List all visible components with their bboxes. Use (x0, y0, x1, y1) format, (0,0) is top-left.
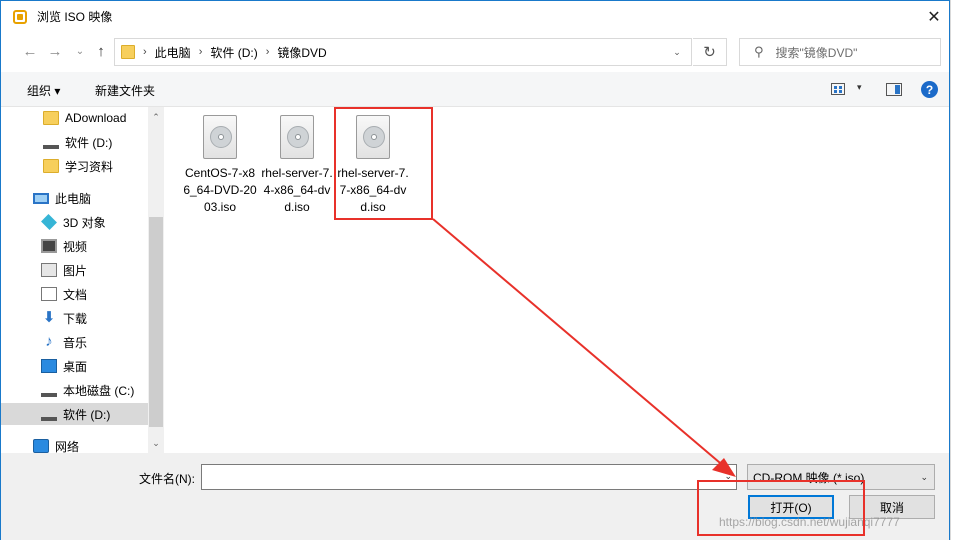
sidebar-item-downloads[interactable]: ⬇ 下载 (1, 307, 148, 329)
sidebar-item-label: 下载 (63, 311, 88, 326)
sidebar-item-label: 软件 (D:) (65, 135, 113, 150)
sidebar-item-videos[interactable]: 视频 (1, 235, 148, 257)
sidebar-item-music[interactable]: ♪ 音乐 (1, 331, 148, 353)
pictures-icon (41, 263, 57, 277)
file-name: CentOS-7-x86_64-DVD-2003.iso (183, 166, 257, 214)
drive-icon (41, 413, 57, 421)
forward-arrow-icon[interactable]: → (46, 42, 64, 60)
sidebar-item-label: 学习资料 (65, 159, 114, 174)
close-button[interactable]: ✕ (919, 1, 949, 32)
navigation-pane: ADownload 软件 (D:) 学习资料 此电脑 3D 对象 视频 图片 文… (1, 107, 164, 454)
breadcrumb-separator: › (265, 46, 270, 58)
file-item[interactable]: rhel-server-7.4-x86_64-dvd.iso (260, 115, 334, 216)
watermark-text: https://blog.csdn.net/wujianqi7777 (719, 515, 900, 529)
sidebar-item-label: 网络 (55, 439, 80, 454)
sidebar-item-label: ADownload (65, 111, 127, 125)
video-icon (41, 239, 57, 253)
chevron-down-icon: ⌄ (920, 472, 928, 482)
breadcrumb-this-pc[interactable]: 此电脑 (155, 44, 191, 61)
organize-menu-button[interactable]: 组织 ▾ (27, 82, 60, 99)
disc-image-icon (280, 115, 314, 159)
sidebar-item-desktop[interactable]: 桌面 (1, 355, 148, 377)
filename-input[interactable]: ⌄ (201, 464, 737, 490)
network-icon (33, 439, 49, 453)
address-bar[interactable]: › 此电脑 › 软件 (D:) › 镜像DVD ⌄ (114, 38, 692, 66)
refresh-button[interactable]: ↻ (693, 38, 727, 66)
file-name: rhel-server-7.4-x86_64-dvd.iso (261, 166, 333, 214)
folder-icon (43, 111, 59, 125)
breadcrumb-separator: › (143, 46, 147, 58)
folder-icon (121, 45, 135, 59)
music-icon: ♪ (45, 333, 53, 350)
sidebar-item-drive-c[interactable]: 本地磁盘 (C:) (1, 379, 148, 401)
command-toolbar: 组织 ▾ 新建文件夹 ▾ ? (1, 72, 949, 107)
desktop-icon (41, 359, 57, 373)
search-icon: ⚲ (754, 44, 764, 59)
breadcrumb-iso-dvd[interactable]: 镜像DVD (277, 44, 326, 61)
search-placeholder: 搜索"镜像DVD" (775, 45, 858, 60)
drive-icon (41, 389, 57, 397)
sidebar-item-drive-d-selected[interactable]: 软件 (D:) (1, 403, 148, 425)
drive-icon (43, 141, 59, 149)
sidebar-item-study[interactable]: 学习资料 (1, 155, 148, 177)
breadcrumb-separator: › (198, 46, 203, 58)
sidebar-item-this-pc[interactable]: 此电脑 (1, 187, 148, 209)
sidebar-item-documents[interactable]: 文档 (1, 283, 148, 305)
filename-label: 文件名(N): (139, 472, 195, 486)
file-type-value: CD-ROM 映像 (*.iso) (753, 470, 865, 485)
computer-icon (33, 192, 49, 204)
sidebar-item-label: 图片 (63, 263, 88, 278)
chevron-down-icon[interactable]: ⌄ (724, 471, 732, 482)
disc-image-icon (356, 115, 390, 159)
file-dialog-footer: 文件名(N): ⌄ CD-ROM 映像 (*.iso) ⌄ 打开(O) 取消 h… (1, 453, 949, 540)
title-bar: 浏览 ISO 映像 ✕ (1, 1, 949, 32)
scrollbar-thumb[interactable] (149, 217, 163, 427)
address-dropdown-icon[interactable]: ⌄ (663, 39, 691, 65)
sidebar-item-label: 音乐 (63, 335, 88, 350)
scroll-up-icon[interactable]: ⌃ (148, 109, 164, 125)
background-window-edge (950, 0, 960, 540)
view-options-icon[interactable] (831, 83, 845, 95)
sidebar-scrollbar[interactable]: ⌃ ⌄ (148, 107, 164, 453)
help-icon[interactable]: ? (921, 81, 938, 98)
view-dropdown-icon[interactable]: ▾ (857, 82, 862, 93)
window-title: 浏览 ISO 映像 (37, 10, 113, 24)
file-type-select[interactable]: CD-ROM 映像 (*.iso) ⌄ (747, 464, 935, 490)
sidebar-item-label: 此电脑 (55, 191, 92, 206)
back-arrow-icon[interactable]: ← (21, 42, 39, 60)
file-list-view: CentOS-7-x86_64-DVD-2003.iso rhel-server… (164, 107, 949, 453)
documents-icon (41, 287, 57, 301)
file-item[interactable]: rhel-server-7.7-x86_64-dvd.iso (336, 115, 410, 216)
3d-objects-icon (41, 214, 57, 230)
disc-image-icon (203, 115, 237, 159)
sidebar-item-label: 本地磁盘 (C:) (63, 383, 135, 398)
sidebar-item-label: 桌面 (63, 359, 88, 374)
download-icon: ⬇ (42, 309, 56, 326)
navigation-bar: ← → ⌄ ↑ › 此电脑 › 软件 (D:) › 镜像DVD ⌄ ↻ ⚲ 搜索… (1, 32, 949, 72)
folder-icon (43, 159, 59, 173)
recent-locations-icon[interactable]: ⌄ (71, 42, 89, 60)
search-box[interactable]: ⚲ 搜索"镜像DVD" (739, 38, 941, 66)
sidebar-item-3d-objects[interactable]: 3D 对象 (1, 211, 148, 233)
up-arrow-icon[interactable]: ↑ (92, 42, 110, 60)
browse-iso-dialog: 浏览 ISO 映像 ✕ ← → ⌄ ↑ › 此电脑 › 软件 (D:) › 镜像… (0, 0, 950, 540)
sidebar-item-adownload[interactable]: ADownload (1, 107, 148, 129)
sidebar-item-label: 软件 (D:) (63, 407, 111, 422)
sidebar-item-pictures[interactable]: 图片 (1, 259, 148, 281)
file-name: rhel-server-7.7-x86_64-dvd.iso (337, 166, 409, 214)
sidebar-item-label: 视频 (63, 239, 88, 254)
scroll-down-icon[interactable]: ⌄ (148, 435, 164, 451)
breadcrumb-drive-d[interactable]: 软件 (D:) (210, 44, 257, 61)
new-folder-button[interactable]: 新建文件夹 (95, 82, 155, 99)
file-item[interactable]: CentOS-7-x86_64-DVD-2003.iso (183, 115, 257, 216)
preview-pane-icon[interactable] (886, 83, 902, 96)
sidebar-item-label: 3D 对象 (63, 215, 106, 230)
sidebar-item-label: 文档 (63, 287, 88, 302)
sidebar-item-drive-d[interactable]: 软件 (D:) (1, 131, 148, 153)
app-icon (13, 9, 27, 24)
